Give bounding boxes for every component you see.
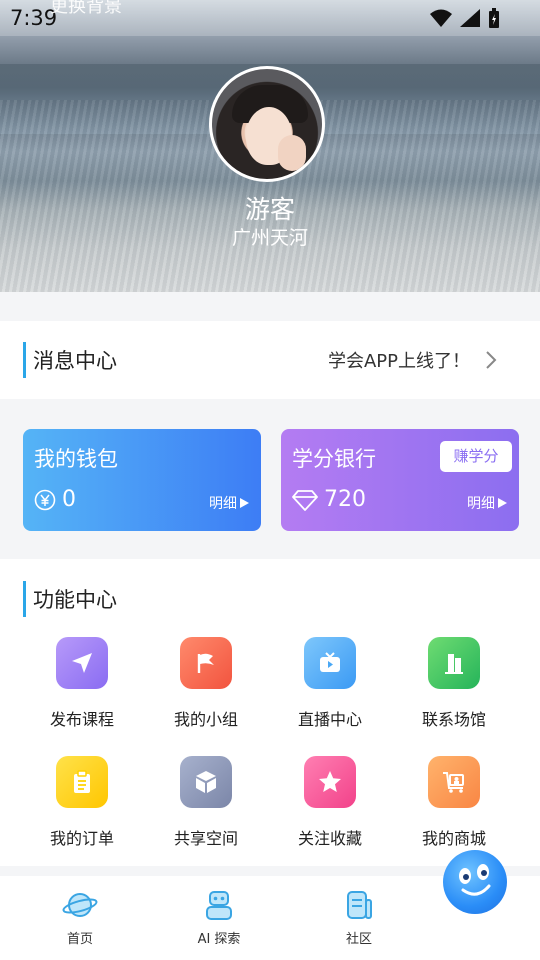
function-label: 直播中心 <box>297 710 362 729</box>
credit-balance: 720 <box>292 487 366 512</box>
cube-icon <box>180 756 232 808</box>
function-label: 联系场馆 <box>421 710 486 729</box>
function-live-center[interactable]: 直播中心 <box>270 637 390 730</box>
function-my-orders[interactable]: 我的订单 <box>22 756 142 849</box>
cart-icon <box>428 756 480 808</box>
function-label: 发布课程 <box>49 710 114 729</box>
tab-label: 社区 <box>345 932 372 947</box>
smiley-mascot-icon <box>459 864 491 896</box>
credit-bank-title: 学分银行 <box>292 447 376 471</box>
tab-home[interactable]: 首页 <box>30 888 130 947</box>
profile-header: 7:39 更换背景 游客 广州天河 <box>0 0 540 292</box>
battery-icon <box>489 8 499 28</box>
clipboard-icon <box>56 756 108 808</box>
message-center-row[interactable]: 消息中心 学会APP上线了！ <box>0 321 540 399</box>
star-icon <box>304 756 356 808</box>
community-icon <box>347 891 372 919</box>
function-contact-venue[interactable]: 联系场馆 <box>394 637 514 730</box>
wifi-icon <box>430 9 452 27</box>
change-background-button[interactable]: 更换背景 <box>50 0 122 18</box>
robot-icon <box>206 891 232 920</box>
tab-ai-explore[interactable]: AI 探索 <box>169 888 269 947</box>
mascot-floating-button[interactable] <box>443 850 507 914</box>
tab-label: 首页 <box>66 932 93 947</box>
earn-credits-button[interactable]: 赚学分 <box>440 441 512 472</box>
chevron-right-icon <box>486 351 497 369</box>
wallet-title: 我的钱包 <box>34 447 118 471</box>
credit-detail-label: 明细 <box>467 496 495 512</box>
wallet-value: 0 <box>62 487 76 512</box>
section-accent-bar <box>23 342 26 378</box>
status-bar: 7:39 更换背景 <box>0 0 540 36</box>
credit-bank-card[interactable]: 学分银行 赚学分 720 明细 <box>281 429 519 531</box>
planet-icon <box>62 893 98 917</box>
avatar[interactable] <box>209 66 325 182</box>
building-icon <box>428 637 480 689</box>
function-shared-space[interactable]: 共享空间 <box>146 756 266 849</box>
function-publish-course[interactable]: 发布课程 <box>22 637 142 730</box>
message-center-title: 消息中心 <box>33 349 117 373</box>
credit-detail-link[interactable]: 明细 <box>467 493 507 513</box>
function-center-title: 功能中心 <box>33 588 117 612</box>
wallet-detail-link[interactable]: 明细 <box>209 493 249 513</box>
user-name: 游客 <box>244 195 295 224</box>
credit-value: 720 <box>324 487 366 512</box>
status-icons <box>430 8 500 28</box>
tab-label: AI 探索 <box>197 932 241 947</box>
function-my-mall[interactable]: 我的商城 <box>394 756 514 849</box>
function-label: 共享空间 <box>173 829 238 848</box>
flag-icon <box>180 637 232 689</box>
play-arrow-icon <box>498 498 507 508</box>
tv-play-icon <box>304 637 356 689</box>
diamond-icon <box>292 489 318 511</box>
function-label: 关注收藏 <box>297 829 362 848</box>
message-notice[interactable]: 学会APP上线了！ <box>328 347 470 373</box>
function-my-group[interactable]: 我的小组 <box>146 637 266 730</box>
signal-icon <box>460 9 480 27</box>
function-label: 我的订单 <box>49 829 114 848</box>
function-favorites[interactable]: 关注收藏 <box>270 756 390 849</box>
play-arrow-icon <box>240 498 249 508</box>
wallet-card[interactable]: 我的钱包 0 明细 <box>23 429 261 531</box>
user-location: 广州天河 <box>231 227 308 249</box>
function-center: 功能中心 发布课程 我的小组 直播中心 联系场馆 我的订单 共享空间 关注收藏 … <box>0 559 540 866</box>
yen-icon <box>34 489 56 510</box>
send-icon <box>56 637 108 689</box>
function-label: 我的小组 <box>173 710 238 729</box>
tab-community[interactable]: 社区 <box>309 888 409 947</box>
function-label: 我的商城 <box>421 829 486 848</box>
section-accent-bar <box>23 581 26 617</box>
wallet-detail-label: 明细 <box>209 496 237 512</box>
wallet-balance: 0 <box>34 487 76 512</box>
